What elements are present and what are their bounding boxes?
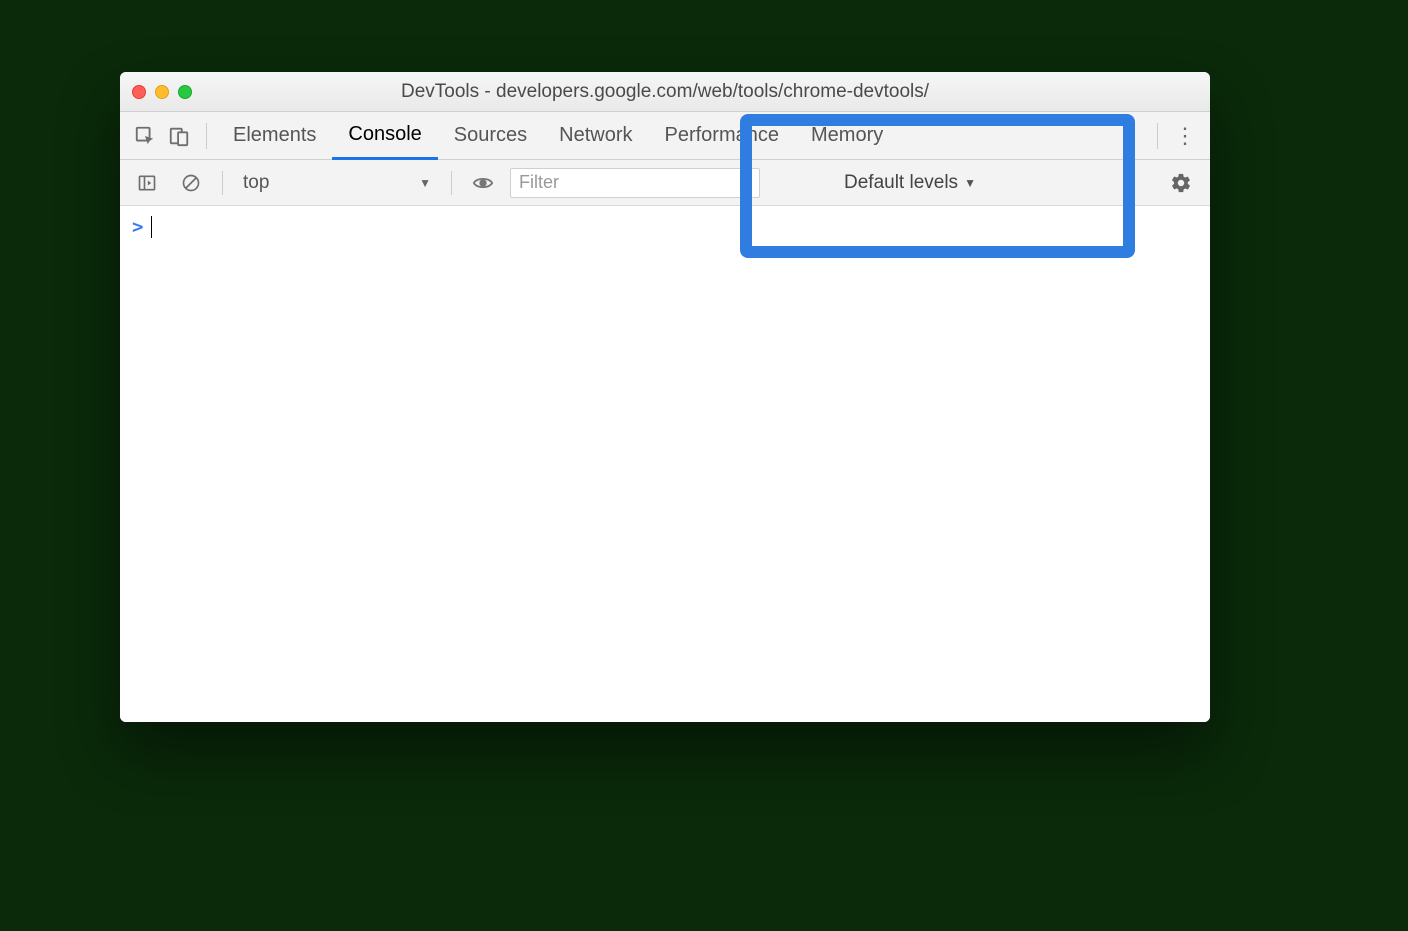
customize-menu-icon[interactable]: ⋮ bbox=[1168, 123, 1202, 149]
separator bbox=[451, 171, 452, 195]
tab-memory[interactable]: Memory bbox=[795, 112, 899, 159]
context-label: top bbox=[243, 172, 269, 194]
chevron-down-icon: ▼ bbox=[964, 176, 976, 190]
titlebar: DevTools - developers.google.com/web/too… bbox=[120, 72, 1210, 112]
main-tabbar: Elements Console Sources Network Perform… bbox=[120, 112, 1210, 160]
close-window-button[interactable] bbox=[132, 85, 146, 99]
devtools-window: DevTools - developers.google.com/web/too… bbox=[120, 72, 1210, 722]
tab-elements[interactable]: Elements bbox=[217, 112, 332, 159]
traffic-lights bbox=[132, 85, 192, 99]
console-output[interactable]: > bbox=[120, 206, 1210, 722]
tab-console[interactable]: Console bbox=[332, 113, 437, 160]
tab-network[interactable]: Network bbox=[543, 112, 648, 159]
execution-context-selector[interactable]: top ▼ bbox=[237, 172, 437, 194]
chevron-down-icon: ▼ bbox=[419, 176, 431, 190]
separator bbox=[206, 123, 207, 149]
console-prompt[interactable]: > bbox=[132, 216, 1198, 238]
console-settings-icon[interactable] bbox=[1166, 166, 1200, 200]
toggle-sidebar-icon[interactable] bbox=[130, 166, 164, 200]
minimize-window-button[interactable] bbox=[155, 85, 169, 99]
toggle-device-toolbar-icon[interactable] bbox=[162, 119, 196, 153]
tab-performance[interactable]: Performance bbox=[649, 112, 796, 159]
live-expression-icon[interactable] bbox=[466, 166, 500, 200]
text-caret bbox=[151, 216, 152, 238]
more-tabs-icon[interactable]: » bbox=[1113, 119, 1147, 153]
clear-console-icon[interactable] bbox=[174, 166, 208, 200]
filter-input[interactable] bbox=[510, 168, 760, 198]
separator bbox=[222, 171, 223, 195]
window-title: DevTools - developers.google.com/web/too… bbox=[120, 81, 1210, 103]
prompt-marker: > bbox=[132, 216, 143, 238]
maximize-window-button[interactable] bbox=[178, 85, 192, 99]
inspect-element-icon[interactable] bbox=[128, 119, 162, 153]
log-levels-dropdown[interactable]: Default levels ▼ bbox=[840, 172, 980, 194]
console-toolbar: top ▼ Default levels ▼ bbox=[120, 160, 1210, 206]
tab-sources[interactable]: Sources bbox=[438, 112, 543, 159]
separator bbox=[1157, 123, 1158, 149]
log-levels-label: Default levels bbox=[844, 172, 958, 194]
